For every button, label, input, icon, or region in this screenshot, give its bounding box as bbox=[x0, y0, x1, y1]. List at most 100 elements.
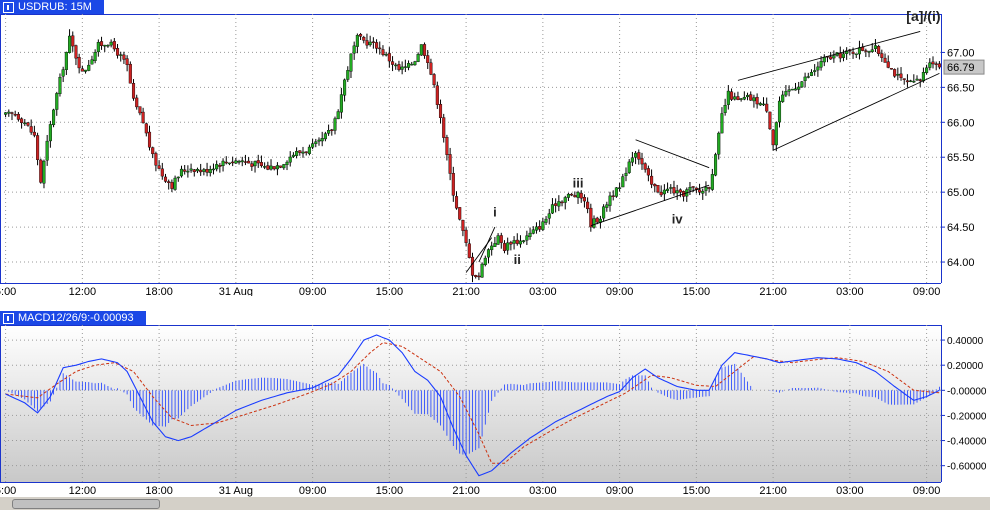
candle-body bbox=[720, 113, 724, 134]
candle[interactable] bbox=[790, 88, 794, 91]
candle-body bbox=[384, 53, 388, 56]
candle-body bbox=[698, 189, 702, 193]
candle-body bbox=[816, 66, 820, 71]
candle-body bbox=[736, 96, 740, 100]
pane-menu-icon[interactable] bbox=[3, 312, 14, 324]
candle-body bbox=[295, 151, 299, 156]
candle-body bbox=[243, 161, 247, 163]
macd-pane[interactable]: 0.40000 0.20000 -0.00000 -0.20000 -0.40000 -0… bbox=[0, 311, 990, 497]
candle-body bbox=[112, 41, 116, 50]
candle-body bbox=[90, 59, 94, 65]
price-chart[interactable]: 64.00 64.50 65.00 65.50 66.00 66.50 67.00 6:00 1… bbox=[0, 0, 990, 296]
candle-body bbox=[416, 54, 420, 62]
candle-body bbox=[454, 196, 459, 209]
candle-body bbox=[435, 85, 439, 105]
candle-body bbox=[183, 169, 187, 172]
candle-body bbox=[755, 96, 759, 105]
candle[interactable] bbox=[800, 81, 804, 88]
wave-label: iii bbox=[573, 175, 584, 190]
candle-body bbox=[547, 213, 551, 219]
candle[interactable] bbox=[656, 185, 660, 194]
candle[interactable] bbox=[768, 111, 772, 130]
candle-body bbox=[893, 69, 897, 77]
candle-body bbox=[77, 56, 81, 69]
candle[interactable] bbox=[714, 152, 718, 177]
candle-body bbox=[381, 49, 385, 55]
candle[interactable] bbox=[614, 187, 618, 198]
price-pane-title-tab[interactable]: USDRUB: 15M bbox=[0, 0, 104, 14]
candle-body bbox=[317, 139, 321, 142]
candle-body bbox=[192, 169, 196, 173]
candle-body bbox=[538, 226, 542, 230]
wave-label: [a]/(i) bbox=[906, 8, 940, 24]
candle-body bbox=[234, 160, 238, 164]
candle-body bbox=[618, 187, 622, 189]
candle[interactable] bbox=[480, 262, 484, 278]
candle-body bbox=[147, 131, 152, 148]
candle-body bbox=[106, 45, 110, 47]
candle-body bbox=[470, 256, 475, 276]
candle-body bbox=[64, 51, 68, 70]
candle[interactable] bbox=[52, 108, 56, 128]
candle-body bbox=[714, 154, 718, 176]
pane-menu-icon[interactable] bbox=[3, 1, 14, 13]
candle[interactable] bbox=[413, 60, 417, 66]
candle[interactable] bbox=[458, 207, 462, 221]
price-pane[interactable]: 64.00 64.50 65.00 65.50 66.00 66.50 67.00 6:00 1… bbox=[0, 0, 990, 296]
candle-body bbox=[851, 51, 855, 54]
candle[interactable] bbox=[893, 68, 897, 78]
macd-tick-label: -0.40000 bbox=[947, 437, 987, 448]
macd-tick-label: 0.40000 bbox=[947, 336, 984, 347]
time-tick-label: 6:00 bbox=[0, 286, 16, 296]
candle-body bbox=[426, 55, 430, 63]
macd-pane-title-tab[interactable]: MACD12/26/9:-0.00093 bbox=[0, 311, 146, 325]
candle-body bbox=[272, 166, 276, 170]
candle[interactable] bbox=[419, 44, 423, 56]
candle-body bbox=[909, 80, 913, 82]
time-tick-label: 21:00 bbox=[452, 286, 480, 296]
candle-body bbox=[339, 94, 343, 113]
candle-body bbox=[352, 45, 356, 54]
candle-body bbox=[253, 161, 257, 167]
time-tick-label: 09:00 bbox=[606, 485, 634, 497]
candle-body bbox=[99, 41, 104, 46]
candle-body bbox=[387, 53, 391, 62]
candle-body bbox=[359, 33, 363, 37]
candle-body bbox=[912, 80, 916, 83]
candle-body bbox=[502, 243, 507, 251]
candle[interactable] bbox=[435, 81, 439, 109]
candle-body bbox=[250, 163, 254, 167]
macd-tick-label: 0.20000 bbox=[947, 361, 984, 372]
candle-body bbox=[84, 69, 88, 72]
candle-body bbox=[790, 88, 794, 91]
candle-body bbox=[375, 42, 379, 49]
candle-body bbox=[266, 165, 270, 170]
scrollbar-thumb[interactable] bbox=[12, 499, 160, 509]
candle-body bbox=[32, 131, 36, 136]
candle-body bbox=[717, 132, 721, 155]
candle-body bbox=[103, 44, 107, 47]
candle-body bbox=[496, 235, 500, 245]
candle-body bbox=[745, 94, 750, 98]
candle-body bbox=[406, 63, 411, 68]
candle-body bbox=[179, 168, 184, 177]
candle-body bbox=[595, 217, 599, 223]
candle-body bbox=[336, 111, 340, 120]
candle-body bbox=[576, 192, 580, 198]
candle-body bbox=[291, 154, 295, 157]
time-tick-label: 03:00 bbox=[836, 286, 864, 296]
candle-body bbox=[93, 52, 97, 61]
candle-body bbox=[480, 263, 484, 278]
macd-chart[interactable]: 0.40000 0.20000 -0.00000 -0.20000 -0.40000 -0… bbox=[0, 311, 990, 497]
candle[interactable] bbox=[39, 158, 43, 184]
time-tick-label: 09:00 bbox=[913, 485, 941, 497]
horizontal-scrollbar[interactable] bbox=[0, 497, 990, 510]
candle-body bbox=[125, 58, 129, 65]
candle-body bbox=[227, 162, 231, 165]
candle-body bbox=[365, 40, 369, 46]
time-tick-label: 31 Aug bbox=[219, 485, 253, 497]
candle[interactable] bbox=[128, 61, 132, 84]
price-pane-title: USDRUB: 15M bbox=[18, 1, 92, 13]
candle[interactable] bbox=[889, 68, 893, 70]
candle-body bbox=[525, 235, 529, 241]
